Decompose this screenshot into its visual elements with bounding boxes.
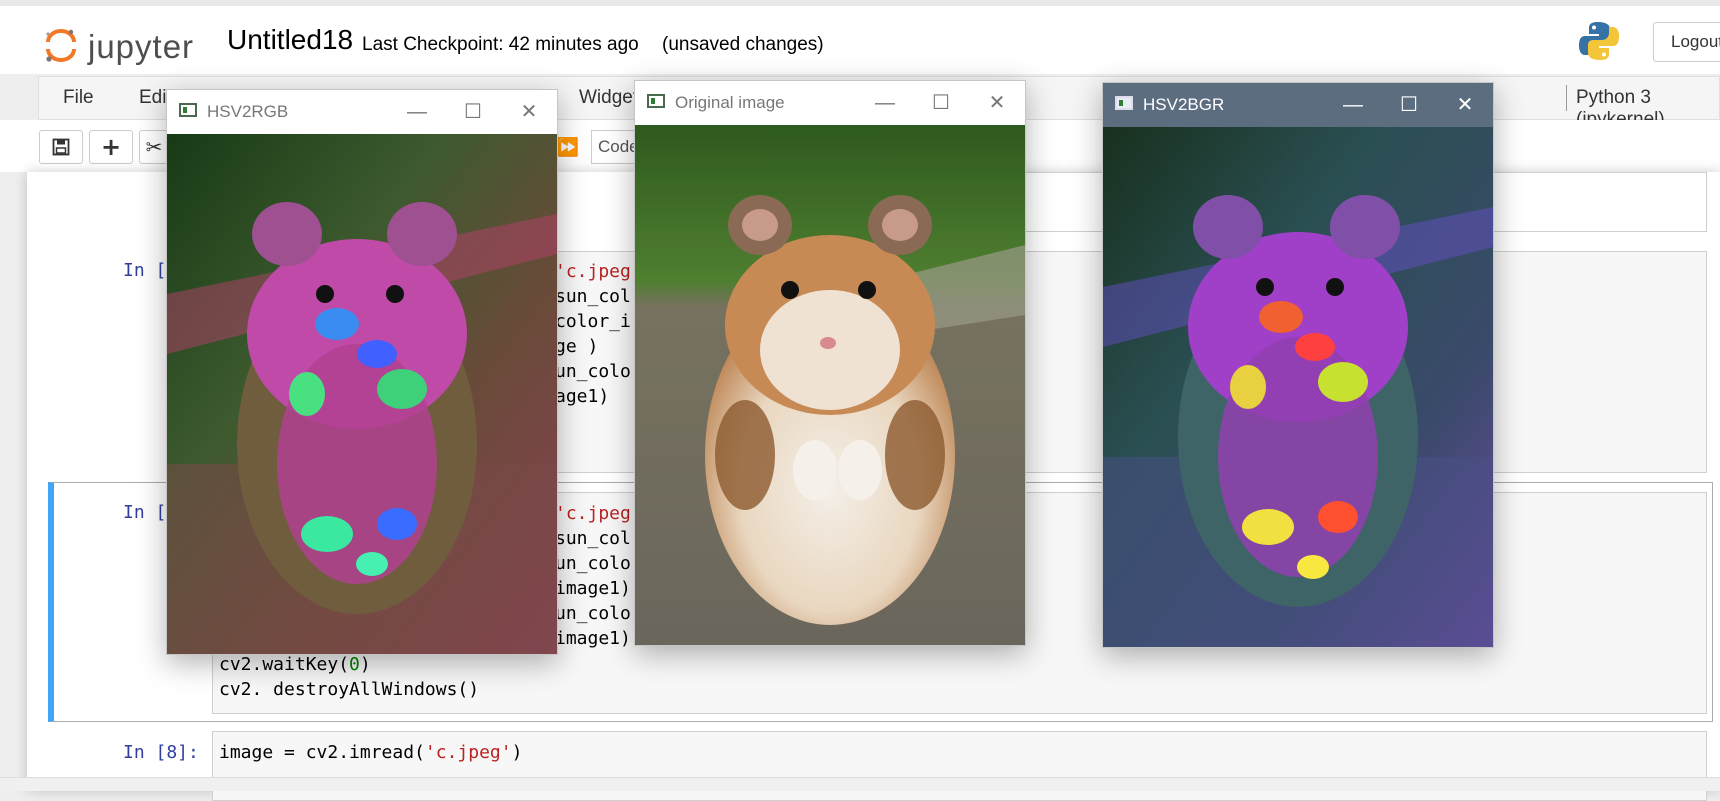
window-titlebar[interactable]: Original image — ☐ ✕: [635, 81, 1025, 125]
window-title: HSV2RGB: [207, 102, 289, 121]
cell-prompt: In [: [123, 260, 167, 281]
status-bar: [0, 777, 1720, 791]
code-line-imread: image = cv2.imread('c.jpeg'): [219, 742, 523, 763]
original-hamster-image: [635, 125, 1025, 645]
app-icon: [179, 103, 197, 117]
save-icon: [52, 138, 70, 156]
original-image-window[interactable]: Original image — ☐ ✕: [634, 80, 1026, 646]
minimize-icon[interactable]: —: [1325, 83, 1381, 127]
code-line: image1): [555, 628, 631, 649]
window-title: HSV2BGR: [1143, 95, 1225, 114]
code-line: un_colo: [555, 361, 631, 382]
insert-cell-button[interactable]: +: [89, 130, 133, 164]
code-line: color_i: [555, 311, 631, 332]
code-line: sun_col: [555, 528, 631, 549]
code-line: sun_col: [555, 286, 631, 307]
app-icon: [647, 94, 665, 108]
hsv2rgb-window[interactable]: HSV2RGB — ☐ ✕: [166, 89, 558, 655]
close-icon[interactable]: ✕: [969, 81, 1025, 125]
code-line: ge ): [555, 336, 599, 357]
maximize-icon[interactable]: ☐: [445, 90, 501, 134]
minimize-icon[interactable]: —: [857, 81, 913, 125]
plus-icon: +: [100, 133, 122, 161]
notebook-title[interactable]: Untitled18: [227, 24, 353, 56]
cut-button[interactable]: ✂: [139, 130, 169, 164]
jupyter-logo-icon: [46, 29, 76, 62]
code-line-destroy: cv2. destroyAllWindows(): [219, 679, 480, 700]
logout-button[interactable]: Logout: [1653, 22, 1720, 62]
kernel-separator: [1566, 85, 1567, 111]
scissors-icon: ✂: [145, 135, 163, 159]
python-logo-icon: [1579, 22, 1619, 60]
maximize-icon[interactable]: ☐: [1381, 83, 1437, 127]
checkpoint-status: Last Checkpoint: 42 minutes ago: [362, 34, 639, 55]
code-line: age1): [555, 386, 610, 407]
cell-prompt: In [8]:: [123, 742, 199, 763]
autosave-status: (unsaved changes): [662, 34, 824, 55]
app-icon: [1115, 96, 1133, 110]
cell-prompt: In [: [123, 502, 167, 523]
jupyter-wordmark: jupyter: [88, 28, 195, 65]
menu-file[interactable]: File: [63, 87, 94, 109]
notebook-header: jupyter Untitled18 Last Checkpoint: 42 m…: [0, 0, 1720, 74]
close-icon[interactable]: ✕: [1437, 83, 1493, 127]
maximize-icon[interactable]: ☐: [913, 81, 969, 125]
window-titlebar[interactable]: HSV2RGB — ☐ ✕: [167, 90, 557, 134]
fast-forward-icon: ⏩: [556, 137, 580, 158]
code-line: 'c.jpeg: [555, 261, 631, 282]
jupyter-logo[interactable]: jupyter: [44, 20, 254, 68]
code-line: image1): [555, 578, 631, 599]
window-titlebar[interactable]: HSV2BGR — ☐ ✕: [1103, 83, 1493, 127]
minimize-icon[interactable]: —: [389, 90, 445, 134]
code-line: un_colo: [555, 603, 631, 624]
code-line: 'c.jpeg: [555, 503, 631, 524]
hsv2bgr-image: [1103, 127, 1493, 647]
code-line-waitkey: cv2.waitKey(0): [219, 654, 371, 675]
hsv2bgr-window[interactable]: HSV2BGR — ☐ ✕: [1102, 82, 1494, 648]
close-icon[interactable]: ✕: [501, 90, 557, 134]
window-title: Original image: [675, 93, 785, 112]
code-line: un_colo: [555, 553, 631, 574]
save-button[interactable]: [39, 130, 83, 164]
hsv2rgb-image: [167, 134, 557, 654]
